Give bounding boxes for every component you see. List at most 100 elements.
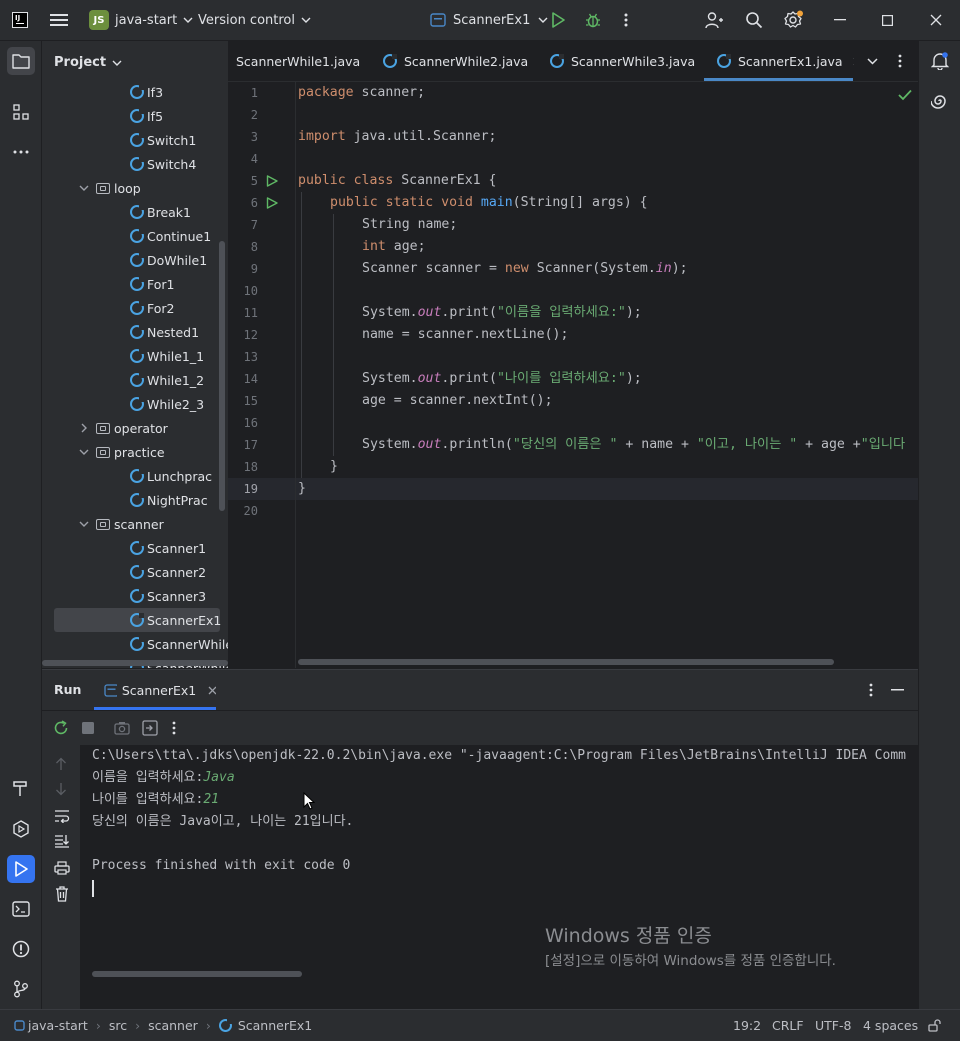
search-everywhere-button[interactable] (745, 0, 763, 40)
tree-item-scannerwhile1[interactable]: ScannerWhile1 (42, 632, 228, 656)
tree-folder-practice[interactable]: practice (42, 440, 228, 464)
chevron-down-icon[interactable] (76, 449, 92, 455)
stop-icon[interactable] (82, 722, 94, 734)
more-actions-button[interactable] (624, 0, 628, 40)
soft-wrap-icon[interactable] (54, 809, 70, 823)
console-output[interactable]: C:\Users\tta\.jdks\openjdk-22.0.2\bin\ja… (92, 745, 918, 1010)
close-tab-icon[interactable] (208, 686, 216, 695)
tabs-more-button[interactable] (898, 41, 902, 81)
tree-item-while1_1[interactable]: While1_1 (42, 344, 228, 368)
more-vertical-icon[interactable] (172, 721, 176, 735)
run-configuration-selector[interactable]: ScannerEx1 (430, 0, 548, 40)
version-control-menu[interactable]: Version control (198, 0, 311, 40)
tree-folder-operator[interactable]: operator (42, 416, 228, 440)
services-tool-button[interactable] (7, 815, 35, 843)
close-window-button[interactable] (930, 0, 942, 40)
tree-item-nightprac[interactable]: NightPrac (42, 488, 228, 512)
tab-scannerwhile2[interactable]: ScannerWhile2.java (383, 41, 528, 81)
scroll-to-end-icon[interactable] (54, 834, 70, 848)
tree-item-scanner3[interactable]: Scanner3 (42, 584, 228, 608)
chevron-down-icon[interactable] (76, 185, 92, 191)
arrow-up-icon[interactable] (55, 757, 67, 771)
tree-item-if5[interactable]: If5 (42, 104, 228, 128)
run-class-gutter-icon[interactable] (266, 175, 278, 187)
tree-item-lunchprac[interactable]: Lunchprac (42, 464, 228, 488)
project-tree-horizontal-scrollbar[interactable] (42, 660, 228, 666)
tree-item-while2_3[interactable]: While2_3 (42, 392, 228, 416)
more-vertical-icon[interactable] (869, 683, 873, 697)
arrow-down-icon[interactable] (55, 782, 67, 796)
breadcrumb-project[interactable]: java-start (14, 1018, 88, 1033)
problems-tool-button[interactable] (7, 935, 35, 963)
more-tool-windows-button[interactable] (7, 138, 35, 166)
tree-item-dowhile1[interactable]: DoWhile1 (42, 248, 228, 272)
code-line-17: System.out.println("당신의 이름은 " + name + "… (362, 434, 905, 456)
indent-setting[interactable]: 4 spaces (863, 1010, 918, 1041)
git-tool-button[interactable] (7, 975, 35, 1003)
tree-item-scanner1[interactable]: Scanner1 (42, 536, 228, 560)
tree-item-switch4[interactable]: Switch4 (42, 152, 228, 176)
main-menu-button[interactable] (50, 0, 68, 40)
code-area[interactable]: package scanner; import java.util.Scanne… (298, 82, 918, 668)
code-editor[interactable]: 1234567891011121314151617181920 package … (228, 82, 918, 668)
tree-item-for1[interactable]: For1 (42, 272, 228, 296)
breadcrumb-src[interactable]: src (109, 1018, 127, 1033)
read-only-toggle[interactable] (928, 1010, 941, 1041)
project-tree-vertical-scrollbar[interactable] (219, 241, 225, 511)
tab-scannerwhile1[interactable]: ScannerWhile1.java (236, 41, 360, 81)
notifications-bell-icon[interactable] (931, 52, 949, 70)
app-logo[interactable]: IJ (12, 0, 28, 40)
project-switcher[interactable]: JS java-start (89, 0, 193, 40)
tree-item-scannerex1[interactable]: ScannerEx1 (54, 608, 220, 632)
debug-button[interactable] (585, 0, 601, 40)
project-tool-button[interactable] (7, 47, 35, 75)
line-separator[interactable]: CRLF (772, 1010, 804, 1041)
editor-horizontal-scrollbar[interactable] (298, 659, 834, 665)
file-encoding[interactable]: UTF-8 (815, 1010, 851, 1041)
rerun-icon[interactable] (53, 720, 69, 736)
tab-scannerwhile3[interactable]: ScannerWhile3.java (550, 41, 695, 81)
settings-button[interactable] (784, 0, 804, 40)
build-tool-button[interactable] (7, 774, 35, 802)
run-tab-scannerex1[interactable]: ScannerEx1 (94, 670, 216, 710)
minimize-window-button[interactable] (834, 0, 846, 40)
project-view-selector[interactable]: Project (54, 55, 122, 70)
breadcrumb-package[interactable]: scanner (148, 1018, 198, 1033)
chevron-down-icon[interactable] (76, 521, 92, 527)
tree-item-if3[interactable]: If3 (42, 80, 228, 104)
breadcrumb: java-start › src › scanner › ScannerEx1 (14, 1010, 312, 1041)
tree-item-nested1[interactable]: Nested1 (42, 320, 228, 344)
trash-icon[interactable] (55, 886, 69, 902)
console-horizontal-scrollbar[interactable] (92, 971, 302, 977)
tree-item-scanner2[interactable]: Scanner2 (42, 560, 228, 584)
ai-assistant-spiral-icon[interactable] (931, 92, 949, 110)
run-main-gutter-icon[interactable] (266, 197, 278, 209)
run-tool-button[interactable] (7, 855, 35, 883)
run-button[interactable] (551, 0, 565, 40)
breadcrumb-class[interactable]: ScannerEx1 (219, 1018, 312, 1033)
java-class-icon (717, 54, 731, 68)
camera-icon[interactable] (114, 721, 130, 735)
terminal-tool-button[interactable] (7, 895, 35, 923)
tree-item-while1_2[interactable]: While1_2 (42, 368, 228, 392)
no-problems-check-icon[interactable] (898, 89, 912, 101)
tree-item-for2[interactable]: For2 (42, 296, 228, 320)
hide-panel-icon[interactable] (891, 689, 904, 691)
tree-item-break1[interactable]: Break1 (42, 200, 228, 224)
chevron-right-icon[interactable] (76, 423, 92, 433)
module-icon (14, 1020, 25, 1031)
restore-layout-icon[interactable] (142, 720, 158, 736)
tab-scannerex1[interactable]: ScannerEx1.java (704, 41, 853, 81)
tabs-dropdown-button[interactable] (867, 41, 878, 81)
add-user-button[interactable] (705, 0, 723, 40)
tree-item-continue1[interactable]: Continue1 (42, 224, 228, 248)
tree-item-switch1[interactable]: Switch1 (42, 128, 228, 152)
tree-folder-loop[interactable]: loop (42, 176, 228, 200)
maximize-window-button[interactable] (882, 0, 893, 40)
caret-position[interactable]: 19:2 (733, 1010, 761, 1041)
line-number: 14 (228, 368, 258, 390)
line-number: 19 (228, 478, 258, 500)
print-icon[interactable] (54, 861, 70, 875)
structure-tool-button[interactable] (7, 98, 35, 126)
tree-folder-scanner[interactable]: scanner (42, 512, 228, 536)
